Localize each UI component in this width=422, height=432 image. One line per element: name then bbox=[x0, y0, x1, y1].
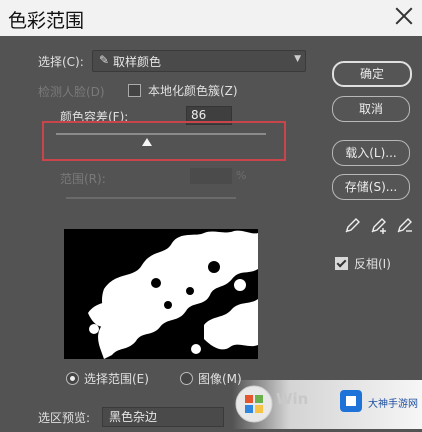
title-bar: 色彩范围 bbox=[0, 0, 422, 36]
save-button[interactable]: 存储(S)... bbox=[332, 174, 410, 200]
select-dropdown[interactable]: ✎ 取样颜色 ▼ bbox=[92, 50, 306, 72]
localized-clusters-checkbox[interactable] bbox=[128, 84, 141, 97]
eyedropper-plus-icon[interactable] bbox=[368, 216, 388, 236]
invert-checkbox[interactable] bbox=[335, 257, 348, 270]
chevron-down-icon: ▼ bbox=[294, 54, 301, 64]
selection-radio[interactable] bbox=[66, 372, 79, 385]
range-slider-track bbox=[66, 197, 236, 199]
localized-clusters-label: 本地化颜色簇(Z) bbox=[148, 84, 238, 98]
invert-label: 反相(I) bbox=[354, 257, 391, 271]
fuzziness-slider-track[interactable] bbox=[56, 133, 266, 135]
eyedropper-minus-icon[interactable] bbox=[394, 216, 414, 236]
watermark-badge: Win bbox=[276, 390, 309, 408]
load-button[interactable]: 载入(L)... bbox=[332, 140, 410, 166]
cancel-button[interactable]: 取消 bbox=[332, 96, 410, 122]
dialog-title: 色彩范围 bbox=[8, 10, 85, 32]
watermark-text: 大神手游网 bbox=[368, 399, 418, 410]
fuzziness-slider-highlight bbox=[42, 121, 286, 161]
range-label: 范围(R): bbox=[60, 172, 106, 186]
image-radio[interactable] bbox=[180, 372, 193, 385]
watermark: Win 大神手游网 bbox=[232, 380, 422, 429]
fuzziness-slider-thumb[interactable] bbox=[142, 138, 152, 146]
ok-button[interactable]: 确定 bbox=[332, 61, 412, 87]
close-icon[interactable] bbox=[392, 4, 416, 28]
selection-preview-image bbox=[64, 229, 258, 359]
selection-radio-label: 选择范围(E) bbox=[84, 372, 149, 386]
selection-preview-label: 选区预览: bbox=[38, 411, 91, 425]
eyedropper-icon[interactable] bbox=[342, 216, 362, 236]
eyedropper-icon: ✎ bbox=[99, 53, 110, 67]
detect-faces-label: 检测人脸(D) bbox=[38, 85, 105, 99]
selection-preview-dropdown[interactable]: 黑色杂边 bbox=[102, 407, 224, 427]
select-value: 取样颜色 bbox=[113, 55, 162, 69]
select-label: 选择(C): bbox=[38, 55, 84, 69]
range-unit: % bbox=[236, 169, 247, 182]
range-input bbox=[190, 168, 232, 184]
